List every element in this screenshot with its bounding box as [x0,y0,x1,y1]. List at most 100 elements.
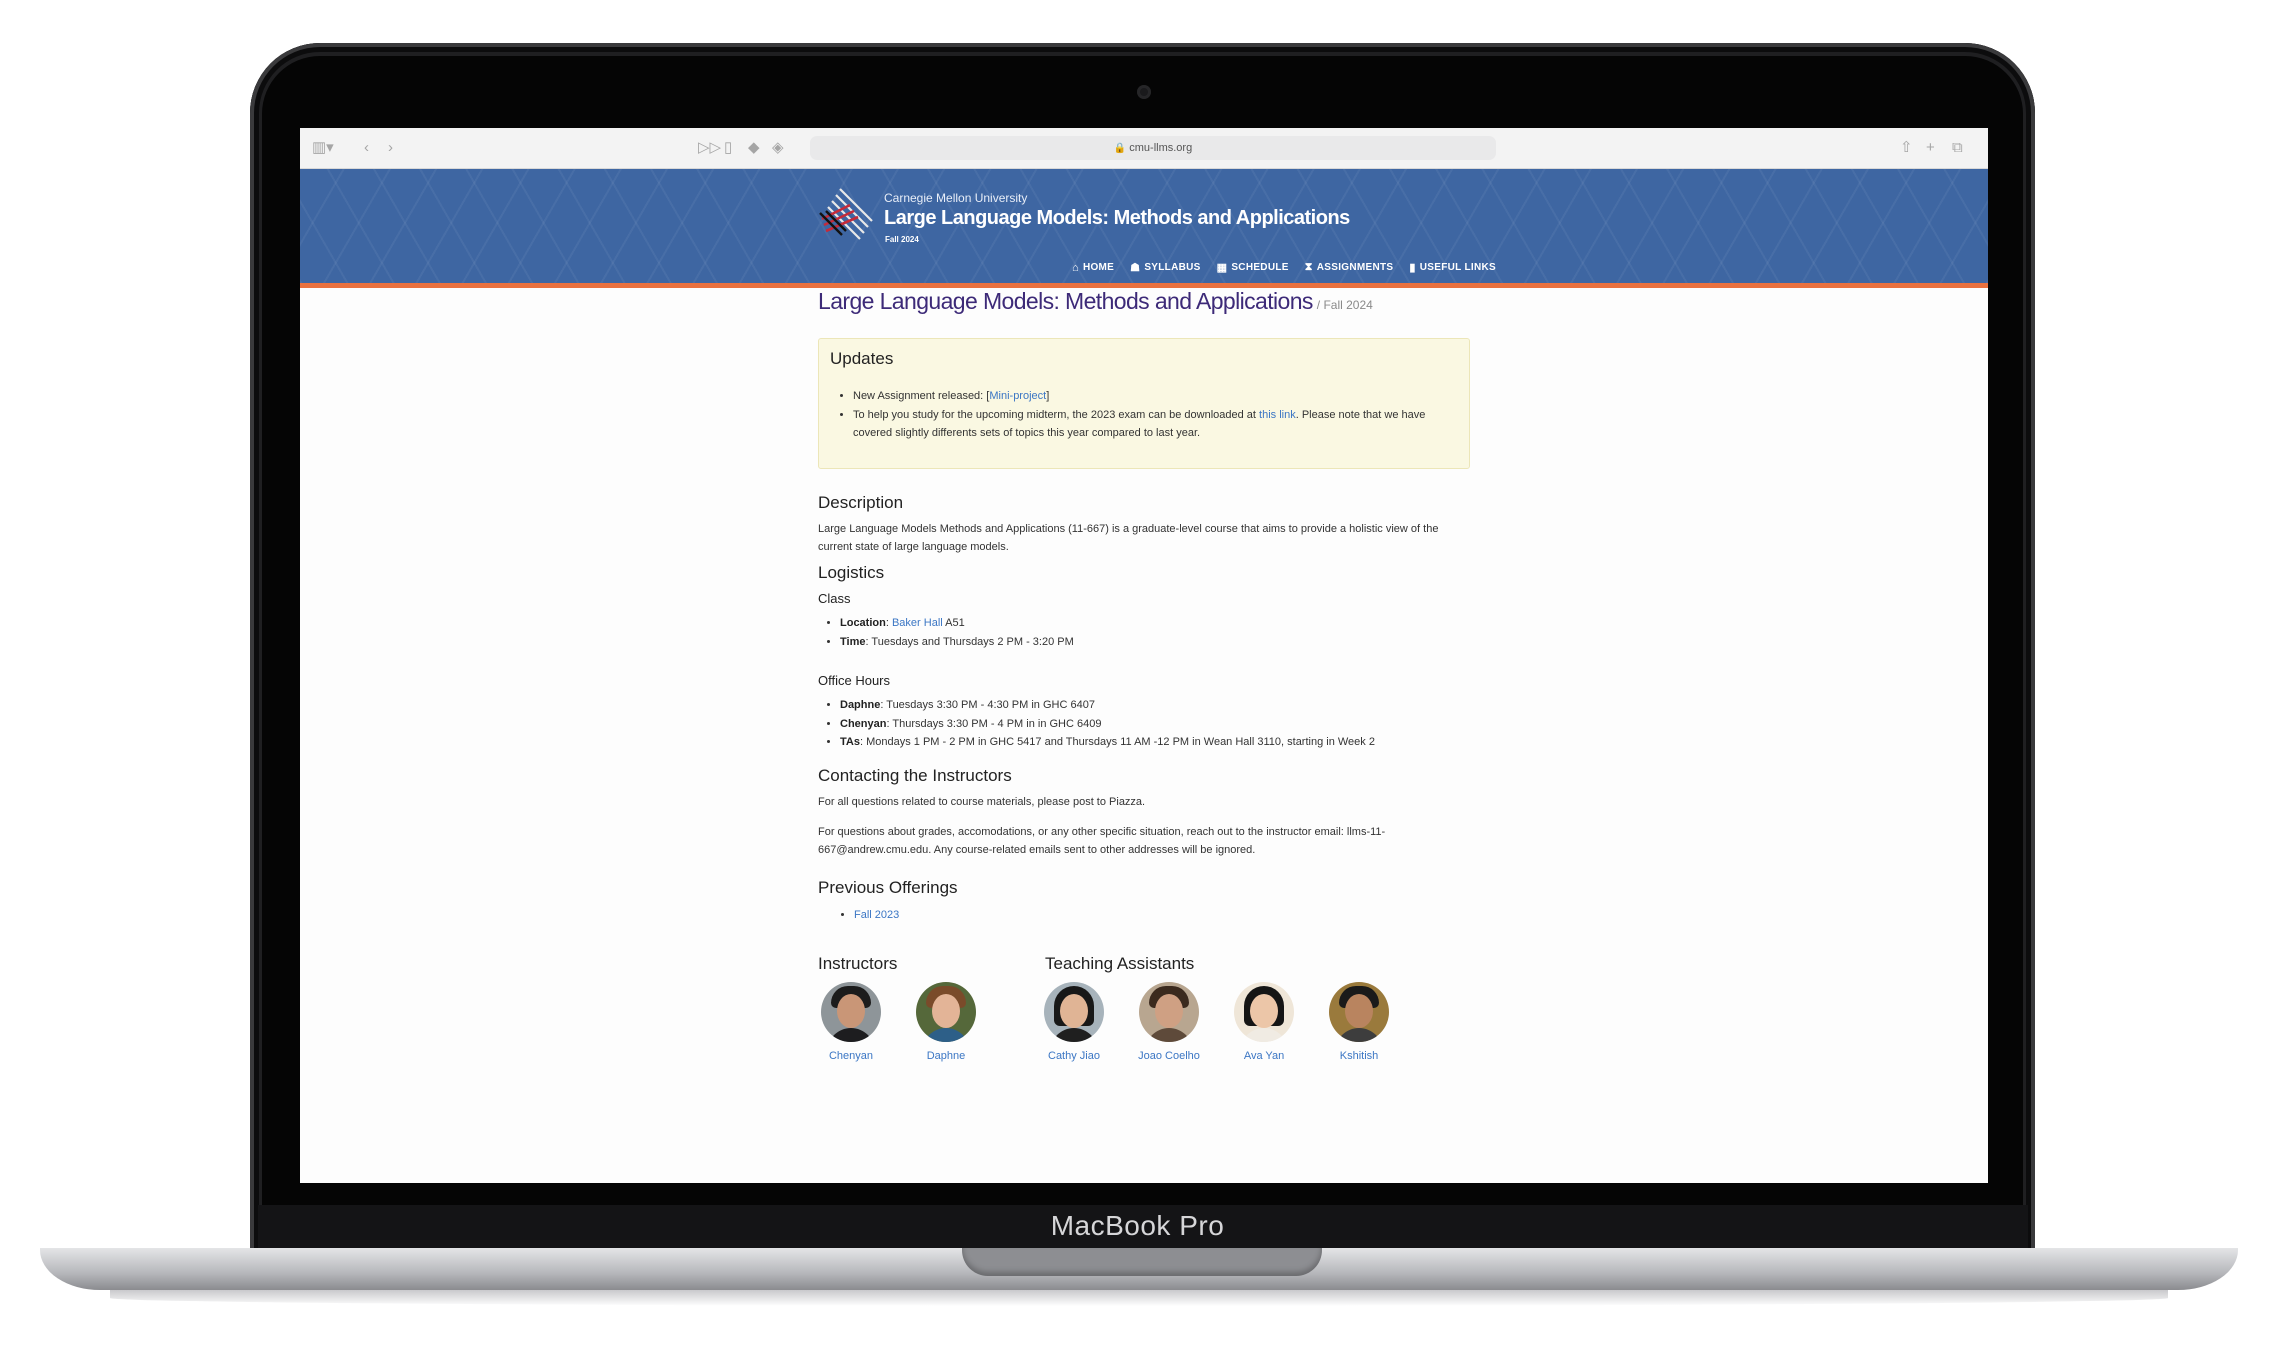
lock-icon: 🔒 [1113,143,1127,154]
avatar [916,982,976,1042]
description-text: Large Language Models Methods and Applic… [818,523,1439,553]
address-bar[interactable]: 🔒 cmu-llms.org [810,136,1496,160]
avatar [1234,982,1294,1042]
class-heading: Class [818,591,851,606]
avatar-part [1240,1028,1288,1042]
nav-label: SYLLABUS [1144,262,1201,273]
screen: ▥▾ ‹ › ▷▷ ▯ ◆ ◈ 🔒cmu-llms.org ⇧ + ⧉ Car [300,128,1988,1183]
avatar-part [827,1028,875,1042]
ta-card[interactable]: Cathy Jiao [1034,982,1114,1062]
nav-label: ASSIGNMENTS [1316,262,1394,273]
avatar-part [932,994,960,1028]
list-item: Fall 2023 [854,906,1494,925]
shield-icon[interactable]: ◈ [772,138,784,158]
ta-card[interactable]: Ava Yan [1224,982,1304,1062]
updates-box: Updates New Assignment released: [Mini-p… [818,338,1470,469]
update-text: New Assignment released: [ [853,390,990,402]
person-name[interactable]: Daphne [906,1050,986,1062]
avatar [1139,982,1199,1042]
home-icon: ⌂ [1072,261,1079,274]
nav-useful-links[interactable]: ▮ USEFUL LINKS [1409,261,1496,274]
site-term: Fall 2024 [885,235,919,244]
previous-offerings-list: Fall 2023 [818,906,1494,925]
camera-icon [1137,85,1151,99]
office-name: Chenyan [840,717,887,730]
person-name[interactable]: Chenyan [811,1050,891,1062]
site-title[interactable]: Large Language Models: Methods and Appli… [884,207,1350,230]
instructor-card[interactable]: Chenyan [811,982,891,1062]
list-item: Daphne: Tuesdays 3:30 PM - 4:30 PM in GH… [840,696,1480,715]
bookmark-icon: ▮ [1409,262,1416,274]
instructors-heading: Instructors [818,954,898,973]
course-logo-icon [819,188,873,240]
mini-project-link[interactable]: Mini-project [989,390,1046,402]
forward-icon[interactable]: › [388,138,393,158]
main-nav: ⌂ HOME ☗ SYLLABUS ▦ SCHEDULE ⧗ ASSIGNMENTS ▮… [1072,261,1496,274]
updates-heading: Updates [830,349,894,368]
nav-schedule[interactable]: ▦ SCHEDULE [1217,261,1289,274]
calendar-icon: ▦ [1216,262,1228,274]
person-name[interactable]: Cathy Jiao [1034,1050,1114,1062]
avatar-part [837,994,865,1028]
list-item: New Assignment released: [Mini-project] [853,387,1453,406]
university-name: Carnegie Mellon University [884,191,1028,205]
list-item: To help you study for the upcoming midte… [853,406,1453,443]
nav-home[interactable]: ⌂ HOME [1072,261,1114,274]
nav-syllabus[interactable]: ☗ SYLLABUS [1130,261,1200,274]
instructor-card[interactable]: Daphne [906,982,986,1062]
avatar-part [922,1028,970,1042]
sidebar-toggle-icon[interactable]: ▥▾ [312,138,334,158]
office-name: Daphne [840,699,881,711]
description-heading: Description [818,493,904,512]
syllabus-icon: ☗ [1130,262,1141,274]
new-tab-icon[interactable]: + [1926,138,1935,158]
office-text: : Thursdays 3:30 PM - 4 PM in in GHC 640… [886,717,1102,730]
exam-link[interactable]: this link [1259,409,1296,421]
document-icon[interactable]: ▯ [724,138,732,158]
skip-icon[interactable]: ▷▷ [698,138,721,158]
share-icon[interactable]: ⇧ [1900,138,1913,158]
avatar-part [1335,1028,1383,1042]
updates-list: New Assignment released: [Mini-project] … [831,387,1453,443]
avatar-part [1345,994,1373,1028]
person-name[interactable]: Joao Coelho [1129,1050,1209,1062]
hourglass-icon: ⧗ [1304,261,1313,273]
page-title: Large Language Models: Methods and Appli… [818,288,1373,315]
time-value: : Tuesdays and Thursdays 2 PM - 3:20 PM [865,635,1074,648]
update-text: To help you study for the upcoming midte… [853,408,1260,421]
fall-2023-link[interactable]: Fall 2023 [854,909,899,921]
extension-icon[interactable]: ◆ [748,138,760,158]
avatar-part [1145,1028,1193,1042]
avatar-part [1155,994,1183,1028]
device-label: MacBook Pro [1050,1210,1225,1241]
avatar-part [1250,994,1278,1028]
ta-card[interactable]: Kshitish [1319,982,1399,1062]
laptop-shadow [110,1290,2168,1306]
list-item: TAs: Mondays 1 PM - 2 PM in GHC 5417 and… [840,733,1480,752]
person-name[interactable]: Kshitish [1319,1050,1399,1062]
class-list: Location: Baker Hall A51 Time: Tuesdays … [818,614,1480,651]
ta-card[interactable]: Joao Coelho [1129,982,1209,1062]
tabs-overview-icon[interactable]: ⧉ [1952,138,1963,158]
avatar [1044,982,1104,1042]
contact-text-1: For all questions related to course mate… [818,796,1146,808]
avatar-part [1050,1028,1098,1042]
baker-hall-link[interactable]: Baker Hall [892,617,943,629]
nav-label: USEFUL LINKS [1419,262,1496,273]
avatar [821,982,881,1042]
list-item: Chenyan: Thursdays 3:30 PM - 4 PM in in … [840,715,1480,734]
time-label: Time [840,635,866,648]
nav-assignments[interactable]: ⧗ ASSIGNMENTS [1305,261,1394,274]
nav-label: SCHEDULE [1231,262,1289,273]
person-name[interactable]: Ava Yan [1224,1050,1304,1062]
logistics-heading: Logistics [818,563,885,582]
location-room: A51 [942,617,965,629]
back-icon[interactable]: ‹ [364,138,369,158]
nav-label: HOME [1082,262,1115,273]
office-name: TAs [840,736,860,748]
avatar-part [1060,994,1088,1028]
laptop-notch [962,1248,1322,1276]
tas-heading: Teaching Assistants [1045,954,1195,973]
previous-offerings-heading: Previous Offerings [818,878,958,897]
browser-toolbar: ▥▾ ‹ › ▷▷ ▯ ◆ ◈ 🔒 cmu-llms.org ⇧ + ⧉ [300,128,1988,169]
